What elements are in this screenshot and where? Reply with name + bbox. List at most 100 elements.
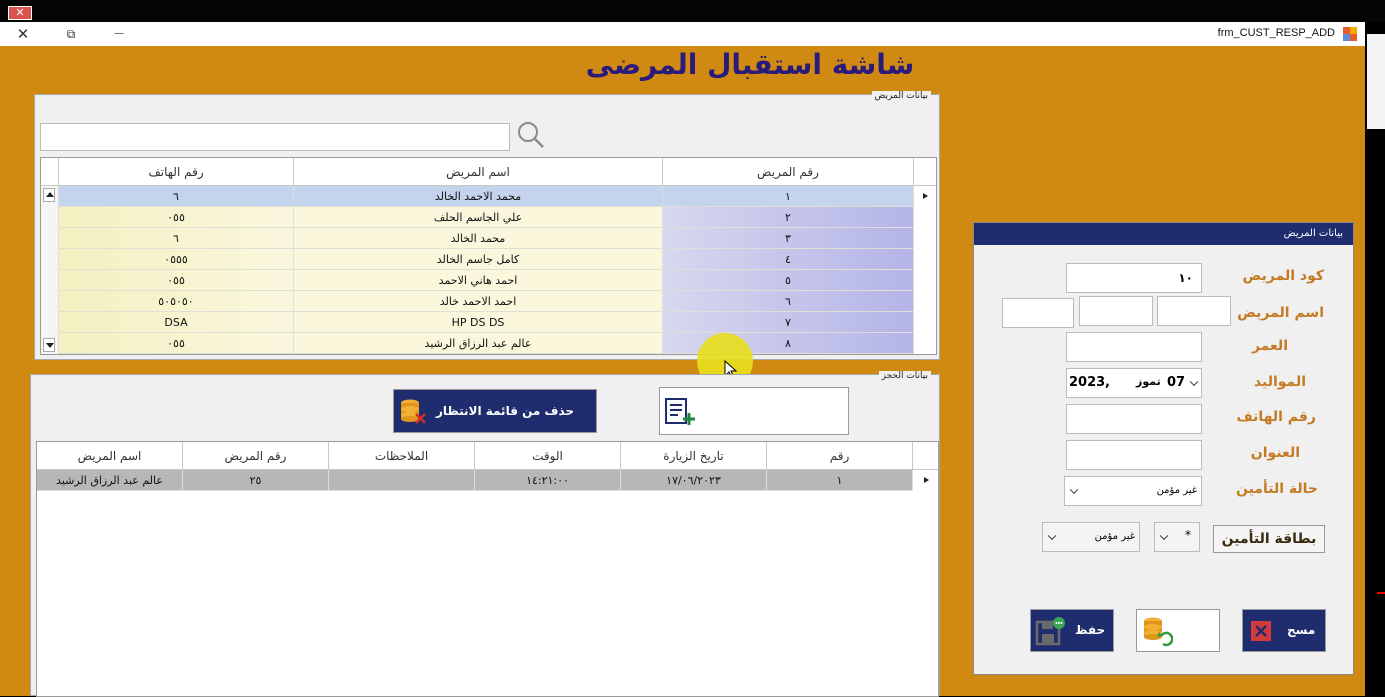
address-label: العنوان — [1250, 445, 1300, 461]
patient-id: ٦ — [663, 291, 914, 312]
patient-name-part3-field[interactable] — [1002, 298, 1074, 328]
column-header-time[interactable]: الوقت — [475, 442, 621, 470]
patient-id: ١ — [663, 186, 914, 207]
chevron-down-icon[interactable] — [1047, 531, 1057, 541]
patient-name-label: اسم المريض — [1237, 305, 1324, 321]
database-refresh-icon — [1144, 617, 1173, 647]
booking-notes — [329, 470, 475, 491]
column-header-notes[interactable]: الملاحظات — [329, 442, 475, 470]
insurance-card-type-select[interactable]: * — [1154, 522, 1200, 552]
age-label: العمر — [1251, 338, 1288, 354]
chevron-down-icon[interactable] — [1159, 531, 1169, 541]
patient-id: ٧ — [663, 312, 914, 333]
window-title: frm_CUST_RESP_ADD — [1217, 27, 1335, 39]
patient-name-part2-field[interactable] — [1079, 296, 1153, 326]
booking-table: اسم المريض رقم المريض الملاحظات الوقت تا… — [36, 441, 939, 697]
booking-group-caption: بيانات الحجز — [878, 371, 931, 381]
phone-field[interactable] — [1066, 404, 1202, 434]
app-logo-icon — [1343, 27, 1357, 41]
address-field[interactable] — [1066, 440, 1202, 470]
patient-name: محمد الاحمد الخالد — [294, 186, 663, 207]
refresh-button[interactable] — [1136, 609, 1220, 652]
chevron-down-icon[interactable] — [1189, 377, 1199, 387]
remove-from-waitlist-button[interactable]: حذف من قائمة الانتظار — [393, 389, 597, 433]
scroll-down-button[interactable] — [43, 338, 55, 352]
age-field[interactable] — [1066, 332, 1202, 362]
right-edge — [1365, 22, 1385, 696]
booking-patient-id: ٢٥ — [183, 470, 329, 491]
patient-phone: ٥٠٥٠٥٠ — [59, 291, 294, 312]
save-icon — [1035, 617, 1065, 646]
booking-row[interactable]: عالم عبد الرزاق الرشيد ٢٥ ١٤:٢١:٠٠ ١٧/٠٦… — [37, 470, 938, 491]
patient-id: ٣ — [663, 228, 914, 249]
window-minimize-button[interactable]: — — [104, 22, 134, 46]
window-close-button[interactable]: ✕ — [8, 22, 38, 46]
delete-button[interactable]: مسح — [1242, 609, 1326, 652]
chevron-down-icon[interactable] — [1069, 485, 1079, 495]
patient-phone: ٠٥٥ — [59, 207, 294, 228]
list-add-icon — [665, 398, 695, 425]
patient-name: علي الجاسم الحلف — [294, 207, 663, 228]
column-header-name[interactable]: اسم المريض — [294, 158, 663, 186]
patient-phone: ٠٥٥ — [59, 333, 294, 354]
patient-phone: DSA — [59, 312, 294, 333]
booking-visit-date: ١٧/٠٦/٢٠٢٣ — [621, 470, 767, 491]
search-icon[interactable] — [515, 119, 547, 151]
scroll-up-button[interactable] — [43, 188, 55, 202]
patient-phone: ٠٥٥ — [59, 270, 294, 291]
birth-date-picker[interactable]: 2023 , تموز 07 — [1066, 368, 1202, 398]
patient-name: HP DS DS — [294, 312, 663, 333]
close-icon[interactable]: ✕ — [8, 6, 32, 20]
booking-time: ١٤:٢١:٠٠ — [475, 470, 621, 491]
patient-side-panel: بيانات المريض ١٠ كود المريض اسم المريض ا… — [973, 222, 1354, 675]
save-button[interactable]: حفظ — [1030, 609, 1114, 652]
insurance-status-label: حالة التأمين — [1236, 481, 1318, 497]
window-titlebar: ✕ ⧉ — frm_CUST_RESP_ADD — [0, 22, 1365, 46]
insurance-status-select[interactable]: غير مؤمن — [1064, 476, 1202, 506]
patient-id: ٥ — [663, 270, 914, 291]
column-header-visit-date[interactable]: تاريخ الزيارة — [621, 442, 767, 470]
insurance-card-button[interactable]: بطاقة التأمين — [1213, 525, 1325, 553]
close-icon — [1251, 621, 1271, 641]
page-title: شاشة استقبال المرضى — [585, 48, 915, 81]
patient-phone: ٦ — [59, 228, 294, 249]
patient-name: عالم عبد الرزاق الرشيد — [294, 333, 663, 354]
patients-table: رقم الهاتف اسم المريض رقم المريض ٦ محمد … — [40, 157, 937, 355]
patients-group: بيانات المريض رقم الهاتف اسم المريض رقم … — [34, 91, 940, 360]
patient-name: احمد هاني الاحمد — [294, 270, 663, 291]
patient-name: محمد الخالد — [294, 228, 663, 249]
insurance-card-select[interactable]: غير مؤمن — [1042, 522, 1140, 552]
patients-group-caption: بيانات المريض — [871, 91, 931, 101]
column-header-id[interactable]: رقم المريض — [663, 158, 914, 186]
current-row-indicator-icon — [914, 186, 936, 207]
search-input[interactable] — [40, 123, 510, 151]
column-header-selector — [914, 158, 936, 186]
row-header-corner — [41, 158, 59, 186]
patient-name: كامل جاسم الخالد — [294, 249, 663, 270]
vertical-scrollbar[interactable] — [41, 186, 59, 354]
patient-name: احمد الاحمد خالد — [294, 291, 663, 312]
column-header-selector — [913, 442, 938, 470]
patient-code-label: كود المريض — [1242, 268, 1324, 284]
column-header-patient-name[interactable]: اسم المريض — [37, 442, 183, 470]
top-strip: ✕ — [0, 0, 1385, 22]
booking-group: بيانات الحجز حذف من قائمة الانتظار اسم ا… — [30, 371, 940, 697]
booking-patient-name: عالم عبد الرزاق الرشيد — [37, 470, 183, 491]
window-restore-button[interactable]: ⧉ — [56, 22, 86, 46]
database-delete-icon — [401, 399, 426, 424]
patient-id: ٤ — [663, 249, 914, 270]
current-row-indicator-icon — [913, 470, 938, 491]
booking-number: ١ — [767, 470, 913, 491]
add-to-waitlist-button[interactable] — [659, 387, 849, 435]
patient-phone: ٠٥٥٥ — [59, 249, 294, 270]
column-header-phone[interactable]: رقم الهاتف — [59, 158, 294, 186]
side-panel-header: بيانات المريض — [974, 223, 1353, 245]
patient-id: ٢ — [663, 207, 914, 228]
main-form: شاشة استقبال المرضى بيانات المريض رقم ال… — [0, 46, 1365, 697]
birth-date-label: المواليد — [1253, 374, 1306, 390]
column-header-number[interactable]: رقم — [767, 442, 913, 470]
phone-label: رقم الهاتف — [1236, 409, 1316, 425]
patient-code-field[interactable]: ١٠ — [1066, 263, 1202, 293]
patient-phone: ٦ — [59, 186, 294, 207]
column-header-patient-id[interactable]: رقم المريض — [183, 442, 329, 470]
